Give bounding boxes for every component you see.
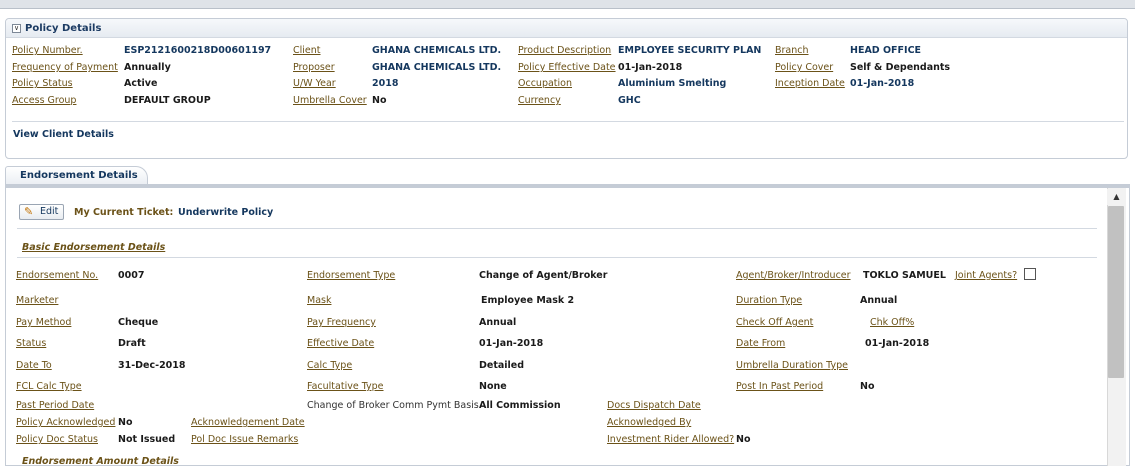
section-divider <box>17 257 1097 258</box>
broker-comm-value: All Commission <box>479 400 561 411</box>
currency-value: GHC <box>618 95 641 106</box>
post-in-past-value: No <box>860 381 875 392</box>
agent-value: TOKLO SAMUEL <box>863 270 946 281</box>
joint-agents-label[interactable]: Joint Agents? <box>955 270 1017 281</box>
effective-date-label-2[interactable]: Effective Date <box>307 338 374 349</box>
investment-rider-value: No <box>736 434 751 445</box>
pay-frequency-label[interactable]: Pay Frequency <box>307 317 376 328</box>
uw-year-value: 2018 <box>372 78 399 89</box>
marketer-label[interactable]: Marketer <box>16 295 58 306</box>
policy-number-value: ESP2121600218D00601197 <box>124 45 272 56</box>
ticket-label: My Current Ticket: <box>74 207 174 218</box>
duration-type-value: Annual <box>860 295 898 306</box>
status-label[interactable]: Status <box>16 338 46 349</box>
date-from-label[interactable]: Date From <box>736 338 785 349</box>
umbrella-cover-label[interactable]: Umbrella Cover <box>293 95 367 106</box>
client-value: GHANA CHEMICALS LTD. <box>372 45 502 56</box>
effective-date-label[interactable]: Policy Effective Date <box>518 62 616 73</box>
pol-doc-remarks-label[interactable]: Pol Doc Issue Remarks <box>191 434 298 445</box>
amount-details-title[interactable]: Endorsement Amount Details <box>22 456 179 467</box>
occupation-label[interactable]: Occupation <box>518 78 572 89</box>
policy-status-label[interactable]: Policy Status <box>12 78 73 89</box>
client-label[interactable]: Client <box>293 45 321 56</box>
proposer-label[interactable]: Proposer <box>293 62 335 73</box>
broker-comm-label: Change of Broker Comm Pymt Basis <box>307 400 479 411</box>
scroll-up-icon[interactable]: ▲ <box>1107 189 1126 205</box>
facultative-value: None <box>479 381 507 392</box>
basic-endorsement-title[interactable]: Basic Endorsement Details <box>22 242 165 253</box>
frequency-label[interactable]: Frequency of Payment <box>12 62 118 73</box>
tab-endorsement-details[interactable]: Endorsement Details <box>5 166 148 185</box>
access-group-label[interactable]: Access Group <box>12 95 76 106</box>
endorsement-type-label[interactable]: Endorsement Type <box>307 270 395 281</box>
docs-dispatch-label[interactable]: Docs Dispatch Date <box>607 400 701 411</box>
product-value: EMPLOYEE SECURITY PLAN <box>618 45 762 56</box>
policy-status-value: Active <box>124 78 158 89</box>
calc-type-value: Detailed <box>479 360 525 371</box>
product-label[interactable]: Product Description <box>518 45 611 56</box>
effective-date-value: 01-Jan-2018 <box>618 62 683 73</box>
view-client-details-link[interactable]: View Client Details <box>13 129 114 140</box>
facultative-label[interactable]: Facultative Type <box>307 381 384 392</box>
date-to-label[interactable]: Date To <box>16 360 52 371</box>
branch-label[interactable]: Branch <box>775 45 809 56</box>
policy-details-header: ∨ Policy Details <box>6 19 1127 38</box>
pencil-icon: ✎ <box>24 205 34 218</box>
branch-value: HEAD OFFICE <box>850 45 922 56</box>
scrollbar-thumb[interactable] <box>1108 206 1124 378</box>
check-off-agent-label[interactable]: Check Off Agent <box>736 317 813 328</box>
investment-rider-label[interactable]: Investment Rider Allowed? <box>607 434 734 445</box>
ticket-value: Underwrite Policy <box>178 207 274 218</box>
policy-cover-value: Self & Dependants <box>850 62 951 73</box>
post-in-past-label[interactable]: Post In Past Period <box>736 381 823 392</box>
endorsement-no-value: 0007 <box>118 270 145 281</box>
past-period-label[interactable]: Past Period Date <box>16 400 94 411</box>
pay-method-label[interactable]: Pay Method <box>16 317 71 328</box>
umbrella-cover-value: No <box>372 95 387 106</box>
policy-ack-label[interactable]: Policy Acknowledged <box>16 417 115 428</box>
endorsement-content <box>5 188 1130 466</box>
pay-method-value: Cheque <box>118 317 159 328</box>
frequency-value: Annually <box>124 62 171 73</box>
access-group-value: DEFAULT GROUP <box>124 95 211 106</box>
date-to-value: 31-Dec-2018 <box>118 360 186 371</box>
collapse-icon[interactable]: ∨ <box>12 24 21 33</box>
policy-details-title: Policy Details <box>25 23 102 34</box>
inception-date-value: 01-Jan-2018 <box>850 78 915 89</box>
panel-divider <box>12 121 1124 122</box>
toolbar-divider <box>17 228 1097 229</box>
ack-date-label[interactable]: Acknowledgement Date <box>191 417 305 428</box>
mask-label[interactable]: Mask <box>307 295 331 306</box>
fcl-calc-label[interactable]: FCL Calc Type <box>16 381 82 392</box>
top-toolbar-strip <box>0 0 1135 9</box>
effective-date-value-2: 01-Jan-2018 <box>479 338 544 349</box>
endorsement-no-label[interactable]: Endorsement No. <box>16 270 98 281</box>
chk-off-label[interactable]: Chk Off% <box>870 317 914 328</box>
inception-date-label[interactable]: Inception Date <box>775 78 845 89</box>
policy-doc-value: Not Issued <box>118 434 176 445</box>
policy-doc-label[interactable]: Policy Doc Status <box>16 434 98 445</box>
mask-value: Employee Mask 2 <box>481 295 575 306</box>
policy-ack-value: No <box>118 417 133 428</box>
joint-agents-checkbox[interactable] <box>1024 268 1036 280</box>
top-gap <box>0 10 1135 18</box>
currency-label[interactable]: Currency <box>518 95 561 106</box>
endorsement-type-value: Change of Agent/Broker <box>479 270 608 281</box>
agent-label[interactable]: Agent/Broker/Introducer <box>736 270 851 281</box>
occupation-value: Aluminium Smelting <box>618 78 727 89</box>
proposer-value: GHANA CHEMICALS LTD. <box>372 62 502 73</box>
ack-by-label[interactable]: Acknowledged By <box>607 417 691 428</box>
date-from-value: 01-Jan-2018 <box>865 338 930 349</box>
policy-details-panel: ∨ Policy Details Policy Number. ESP21216… <box>5 18 1128 159</box>
policy-number-label[interactable]: Policy Number. <box>12 45 83 56</box>
status-value: Draft <box>118 338 146 349</box>
duration-type-label[interactable]: Duration Type <box>736 295 802 306</box>
umbrella-duration-label[interactable]: Umbrella Duration Type <box>736 360 848 371</box>
policy-cover-label[interactable]: Policy Cover <box>775 62 833 73</box>
pay-frequency-value: Annual <box>479 317 517 328</box>
uw-year-label[interactable]: U/W Year <box>293 78 336 89</box>
calc-type-label[interactable]: Calc Type <box>307 360 352 371</box>
